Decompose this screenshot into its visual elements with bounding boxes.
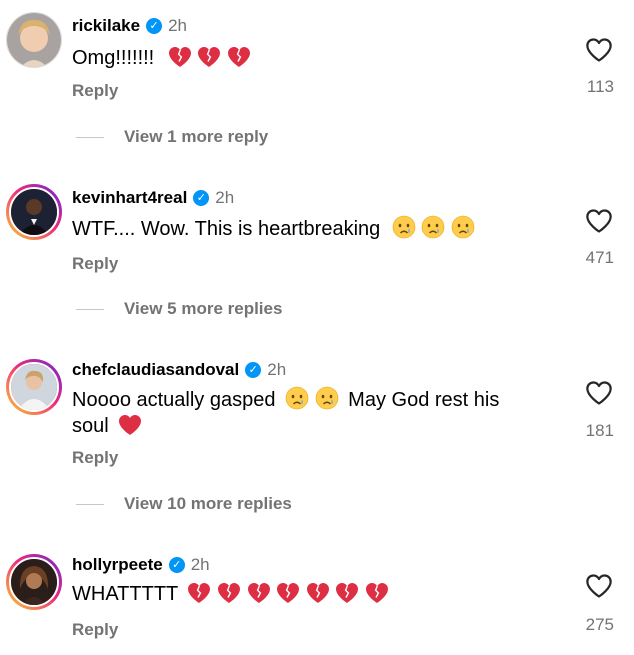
- verified-badge-icon: ✓: [168, 557, 185, 573]
- crying-face-icon: [392, 218, 475, 240]
- comment-kevinhart4real: kevinhart4real ✓ 2h WTF.... Wow. This is…: [0, 160, 634, 335]
- view-replies-label: View 10 more replies: [124, 494, 292, 513]
- comment-text: WHATTTTT: [72, 581, 552, 607]
- verified-badge-icon: ✓: [146, 18, 163, 34]
- like-heart-icon[interactable]: [585, 208, 613, 234]
- comment-text: Noooo actually gasped May God rest his s…: [72, 386, 552, 439]
- reply-button[interactable]: Reply: [72, 81, 118, 101]
- view-replies-button[interactable]: View 5 more replies: [76, 299, 282, 319]
- verified-badge-icon: ✓: [193, 190, 210, 206]
- username[interactable]: hollyrpeete: [72, 555, 163, 575]
- like-count: 113: [586, 77, 614, 96]
- comment-text-body: WTF.... Wow. This is heartbreaking: [72, 218, 381, 240]
- like-count: 181: [585, 421, 614, 440]
- red-heart-icon: [118, 415, 142, 437]
- comment-text-body: Omg!!!!!!!: [72, 47, 155, 69]
- comment-text-body: WHATTTTT: [72, 583, 178, 605]
- timestamp: 2h: [168, 16, 187, 35]
- divider: [76, 308, 104, 310]
- username[interactable]: kevinhart4real: [72, 188, 187, 208]
- username[interactable]: chefclaudiasandoval: [72, 360, 239, 380]
- divider: [76, 136, 104, 138]
- comment-chefclaudiasandoval: chefclaudiasandoval ✓ 2h Noooo actually …: [0, 335, 634, 530]
- crying-face-icon: [285, 389, 344, 411]
- like-heart-icon[interactable]: [585, 37, 613, 63]
- like-heart-icon[interactable]: [585, 380, 613, 406]
- verified-badge-icon: ✓: [245, 362, 262, 378]
- view-replies-label: View 5 more replies: [124, 299, 283, 318]
- username[interactable]: rickilake: [72, 16, 140, 36]
- avatar-image: [11, 189, 57, 235]
- avatar-image: [11, 559, 57, 605]
- avatar[interactable]: [6, 184, 62, 240]
- comment-text-body-end: soul: [72, 415, 109, 437]
- reply-button[interactable]: Reply: [72, 620, 118, 640]
- view-replies-label: View 1 more reply: [124, 127, 269, 146]
- timestamp: 2h: [267, 360, 287, 379]
- avatar[interactable]: [6, 12, 62, 68]
- like-heart-icon[interactable]: [585, 573, 613, 599]
- broken-heart-icon: [168, 47, 251, 69]
- comment-hollyrpeete: hollyrpeete ✓ 2h WHATTTTT Reply 275: [0, 530, 634, 655]
- reply-button[interactable]: Reply: [72, 448, 118, 468]
- like-count: 275: [585, 615, 614, 634]
- avatar[interactable]: [6, 359, 62, 415]
- comment-rickilake: rickilake ✓ 2h Omg!!!!!!! Reply 113 View…: [0, 0, 634, 160]
- comment-text-body-continued: May God rest his: [348, 389, 500, 411]
- avatar[interactable]: [6, 554, 62, 610]
- timestamp: 2h: [190, 555, 210, 574]
- like-count: 471: [585, 248, 614, 267]
- comment-text-body: Noooo actually gasped: [72, 389, 276, 411]
- comment-text: Omg!!!!!!!: [72, 45, 552, 71]
- reply-button[interactable]: Reply: [72, 254, 118, 274]
- timestamp: 2h: [215, 188, 235, 207]
- divider: [76, 503, 104, 505]
- broken-heart-icon: [187, 583, 388, 605]
- comment-text: WTF.... Wow. This is heartbreaking: [72, 215, 552, 242]
- view-replies-button[interactable]: View 1 more reply: [76, 127, 268, 147]
- avatar-image: [11, 364, 57, 410]
- view-replies-button[interactable]: View 10 more replies: [76, 494, 292, 514]
- avatar-image: [7, 13, 61, 67]
